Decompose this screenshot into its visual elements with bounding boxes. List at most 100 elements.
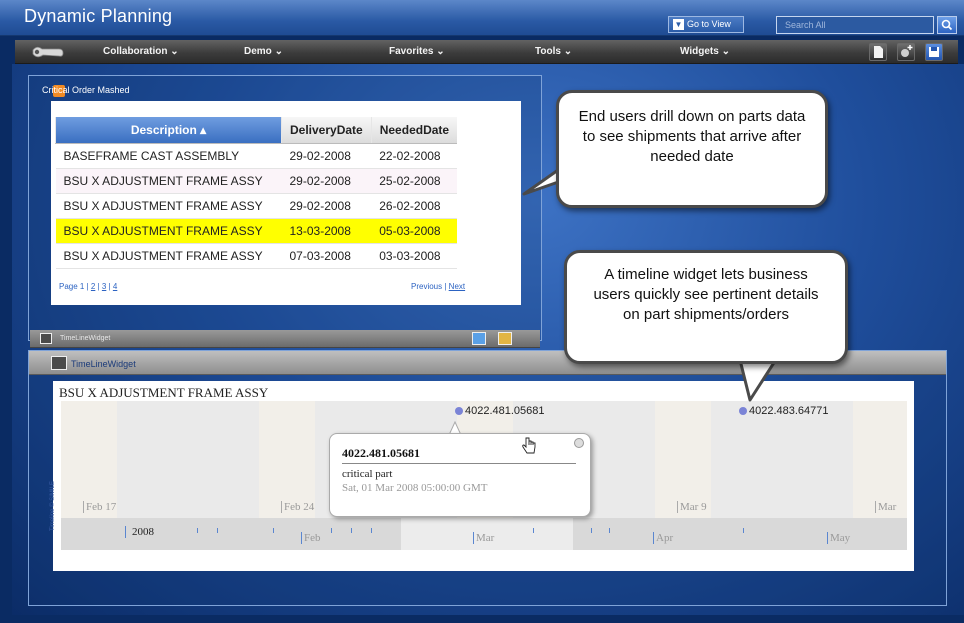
- table-row[interactable]: BSU X ADJUSTMENT FRAME ASSY 29-02-2008 2…: [55, 168, 458, 194]
- overview-year: 2008: [125, 526, 154, 538]
- overview-tick: [351, 528, 352, 533]
- refresh-icon[interactable]: [472, 332, 486, 345]
- cell-delivery-date: 29-02-2008: [281, 193, 372, 219]
- table-row[interactable]: BASEFRAME CAST ASSEMBLY 29-02-2008 22-02…: [55, 143, 458, 169]
- app-title: Dynamic Planning: [24, 6, 173, 26]
- cell-description: BSU X ADJUSTMENT FRAME ASSY: [55, 218, 282, 244]
- column-header-deliverydate[interactable]: DeliveryDate: [281, 117, 372, 144]
- column-header-label: Description: [130, 122, 197, 137]
- wrench-icon[interactable]: [31, 43, 65, 61]
- tick-label: Mar 9: [677, 501, 707, 513]
- go-to-view-button[interactable]: ▼ Go to View: [668, 16, 744, 33]
- order-widget-title: Critical Order Mashed: [42, 85, 130, 95]
- timeline-event[interactable]: 4022.481.05681: [455, 405, 545, 417]
- menu-collaboration-label: Collaboration: [103, 46, 168, 57]
- cell-needed-date: 22-02-2008: [371, 143, 458, 169]
- overview-tick: [273, 528, 274, 533]
- add-widget-icon[interactable]: [897, 43, 915, 61]
- column-header-neededdate[interactable]: NeededDate: [370, 117, 458, 144]
- overview-month: Apr: [653, 532, 673, 544]
- event-dot-icon: [739, 407, 747, 416]
- chevron-down-icon: ▼: [673, 19, 684, 31]
- callout-text: A timeline widget lets business users qu…: [593, 266, 819, 323]
- widget-icon: [40, 333, 52, 344]
- tick-label: Feb 17: [83, 501, 116, 513]
- overview-tick: [197, 528, 198, 533]
- timeline-overview-band[interactable]: 2008 Feb Mar Apr May: [61, 518, 907, 550]
- overview-tick: [331, 528, 332, 533]
- column-header-description[interactable]: Description ▴: [55, 117, 282, 144]
- simile-credit: Timeline © SIMILE: [50, 481, 56, 531]
- cell-description: BSU X ADJUSTMENT FRAME ASSY: [55, 193, 282, 219]
- next-link[interactable]: Next: [449, 282, 465, 291]
- cell-delivery-date: 29-02-2008: [281, 143, 372, 169]
- menu-bar: Collaboration ⌄ Demo ⌄ Favorites ⌄ Tools…: [15, 40, 958, 64]
- menu-favorites-label: Favorites: [389, 46, 434, 57]
- overview-tick: [217, 528, 218, 533]
- menu-tools[interactable]: Tools ⌄: [535, 46, 572, 57]
- overview-tick: [743, 528, 744, 533]
- timeline-band: [117, 401, 259, 518]
- timeline-part-name: BSU X ADJUSTMENT FRAME ASSY: [59, 385, 269, 400]
- previous-link[interactable]: Previous |: [411, 282, 446, 291]
- orders-table: Description ▴ DeliveryDate NeededDate BA…: [55, 117, 458, 269]
- timeline-band: [711, 401, 853, 518]
- go-to-view-label: Go to View: [687, 19, 731, 29]
- pager: Page 1 | 2 | 3 | 4: [59, 282, 118, 291]
- search-icon: [941, 19, 953, 31]
- cell-needed-date: 03-03-2008: [371, 243, 458, 269]
- popup-description: critical part: [342, 468, 393, 480]
- save-icon[interactable]: [925, 43, 943, 61]
- menu-widgets-label: Widgets: [680, 46, 719, 57]
- event-label: 4022.481.05681: [465, 405, 545, 417]
- collapsed-title: TimeLineWidget: [60, 335, 111, 342]
- title-bar: Dynamic Planning ▼ Go to View Search All: [0, 0, 964, 36]
- cell-delivery-date: 07-03-2008: [281, 243, 372, 269]
- table-row-highlighted[interactable]: BSU X ADJUSTMENT FRAME ASSY 13-03-2008 0…: [55, 218, 458, 244]
- event-label: 4022.483.64771: [749, 405, 829, 417]
- pager-link-3[interactable]: 3: [102, 282, 106, 291]
- overview-month: Mar: [473, 532, 494, 544]
- prev-next: Previous | Next: [411, 282, 465, 291]
- timeline-widget: TimeLineWidget BSU X ADJUSTMENT FRAME AS…: [28, 350, 947, 606]
- cell-needed-date: 25-02-2008: [371, 168, 458, 194]
- menu-widgets[interactable]: Widgets ⌄: [680, 46, 730, 57]
- cell-delivery-date: 13-03-2008: [281, 218, 372, 244]
- cell-needed-date: 05-03-2008: [371, 218, 458, 244]
- overview-month: Feb: [301, 532, 321, 544]
- hand-cursor-icon: [522, 437, 536, 454]
- table-row[interactable]: BSU X ADJUSTMENT FRAME ASSY 29-02-2008 2…: [55, 193, 458, 219]
- callout-timeline: A timeline widget lets business users qu…: [564, 250, 848, 364]
- critical-order-widget: Description ▴ DeliveryDate NeededDate BA…: [28, 75, 542, 341]
- search-button[interactable]: [937, 16, 957, 34]
- cell-delivery-date: 29-02-2008: [281, 168, 372, 194]
- cell-needed-date: 26-02-2008: [371, 193, 458, 219]
- cell-description: BASEFRAME CAST ASSEMBLY: [55, 143, 282, 169]
- event-popup: 4022.481.05681 critical part Sat, 01 Mar…: [329, 433, 591, 517]
- table-row[interactable]: BSU X ADJUSTMENT FRAME ASSY 07-03-2008 0…: [55, 243, 458, 269]
- timeline[interactable]: BSU X ADJUSTMENT FRAME ASSY 4022.481.056…: [50, 381, 914, 571]
- tick-label: Mar: [875, 501, 896, 513]
- grid-icon[interactable]: [498, 332, 512, 345]
- menu-demo[interactable]: Demo ⌄: [244, 46, 283, 57]
- timeline-event[interactable]: 4022.483.64771: [739, 405, 829, 417]
- cell-description: BSU X ADJUSTMENT FRAME ASSY: [55, 243, 282, 269]
- new-page-icon[interactable]: [869, 43, 887, 61]
- timeline-widget-title: TimeLineWidget: [71, 359, 136, 369]
- menu-favorites[interactable]: Favorites ⌄: [389, 46, 445, 57]
- pager-link-4[interactable]: 4: [113, 282, 117, 291]
- search-input[interactable]: Search All: [776, 16, 934, 34]
- cell-description: BSU X ADJUSTMENT FRAME ASSY: [55, 168, 282, 194]
- overview-tick: [591, 528, 592, 533]
- overview-tick: [371, 528, 372, 533]
- timeline-widget-collapsed[interactable]: TimeLineWidget: [30, 330, 540, 348]
- event-dot-icon: [455, 407, 463, 416]
- callout-text: End users drill down on parts data to se…: [578, 108, 806, 165]
- pager-current: Page 1 |: [59, 282, 89, 291]
- callout-drill-down: End users drill down on parts data to se…: [556, 90, 828, 208]
- menu-collaboration[interactable]: Collaboration ⌄: [103, 46, 179, 57]
- popup-date: Sat, 01 Mar 2008 05:00:00 GMT: [342, 482, 488, 494]
- overview-tick: [533, 528, 534, 533]
- overview-tick: [609, 528, 610, 533]
- pager-link-2[interactable]: 2: [91, 282, 95, 291]
